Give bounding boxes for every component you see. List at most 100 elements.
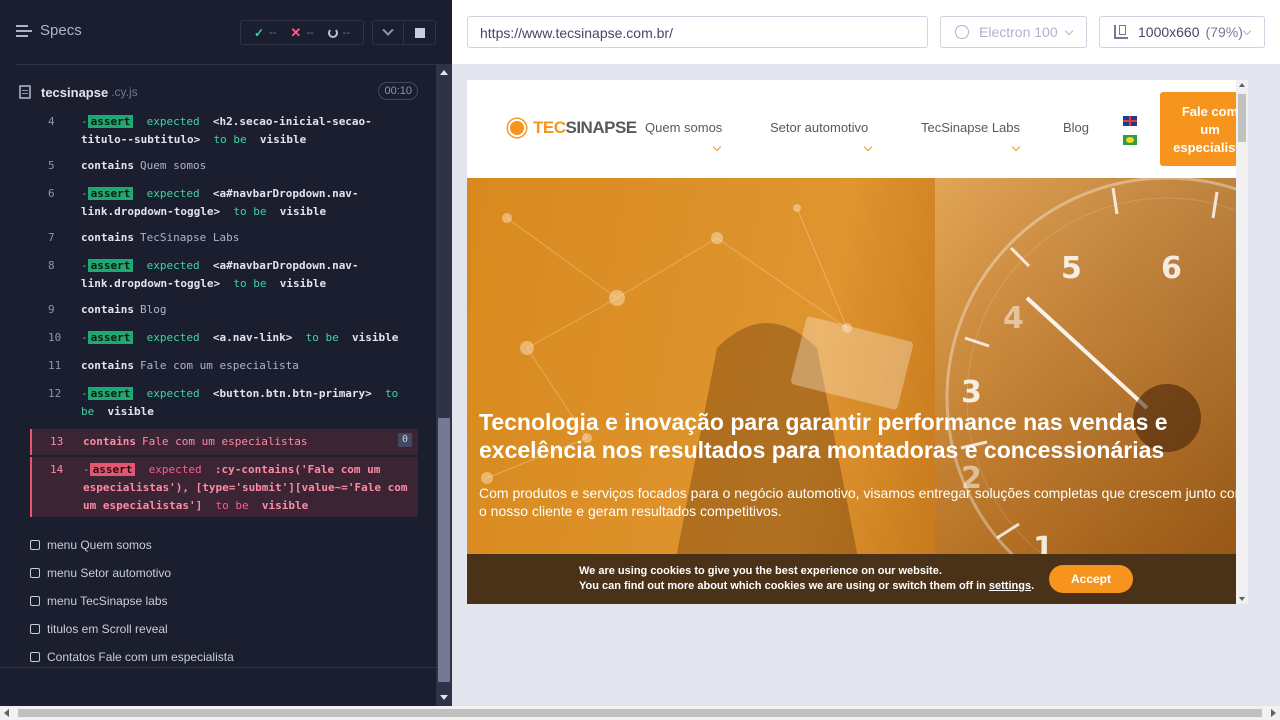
scroll-left-icon[interactable]: [4, 709, 9, 717]
to-be-keyword: to be: [213, 133, 247, 146]
site-header: TEC SINAPSE Quem somos Setor automotivo T…: [467, 80, 1248, 178]
test-title: menu TecSinapse labs: [47, 594, 168, 608]
command-selector: <button.btn.btn-primary>: [212, 387, 372, 400]
viewport-selector[interactable]: 1000x660 (79%): [1099, 16, 1265, 48]
to-be-keyword: to be: [233, 205, 267, 218]
pending-stat: --: [327, 27, 350, 39]
nav-setor-automotivo[interactable]: Setor automotivo: [770, 120, 873, 152]
test-status-icon: [30, 624, 40, 634]
test-stats: ✓ -- ✕ -- --: [240, 20, 364, 45]
cookie-message: We are using cookies to give you the bes…: [579, 564, 1034, 594]
test-item[interactable]: titulos em Scroll reveal: [30, 615, 420, 643]
command-row[interactable]: 9 contains Blog: [30, 301, 418, 319]
command-number: 9: [48, 303, 55, 316]
pending-icon: [327, 27, 338, 38]
test-title: menu Quem somos: [47, 538, 152, 552]
cookie-line: You can find out more about which cookie…: [579, 579, 1034, 594]
expected-keyword: expected: [146, 115, 200, 128]
passed-stat: ✓ --: [254, 26, 276, 40]
check-icon: ✓: [254, 25, 265, 40]
test-status-icon: [30, 540, 40, 550]
command-log: 4 - assert expected <h2.secao-inicial-seca…: [30, 113, 418, 517]
chevron-down-icon: [863, 142, 873, 152]
test-list: menu Quem somos menu Setor automotivo menu…: [30, 531, 420, 671]
gauge-number: 3: [961, 375, 982, 410]
page-scrollbar[interactable]: [1236, 80, 1248, 604]
assert-badge: assert: [87, 259, 134, 272]
logo-gear-icon: [510, 121, 524, 135]
command-number: 6: [48, 187, 55, 200]
nav-quem-somos[interactable]: Quem somos: [645, 120, 723, 152]
spec-extension: .cy.js: [111, 85, 138, 99]
browser-label: Electron 100: [979, 24, 1058, 40]
nav-label: Quem somos: [645, 120, 723, 135]
test-item[interactable]: menu Quem somos: [30, 531, 420, 559]
cookie-settings-link[interactable]: settings: [989, 580, 1031, 592]
command-row[interactable]: 8 - assert expected <a#navbarDropdown.nav-…: [30, 257, 418, 293]
command-number: 5: [48, 159, 55, 172]
browser-selector[interactable]: Electron 100: [940, 16, 1087, 48]
command-row[interactable]: 12 - assert expected <button.btn.btn-prima…: [30, 385, 418, 421]
nav-blog[interactable]: Blog: [1063, 120, 1089, 135]
command-number: 4: [48, 115, 55, 128]
scroll-thumb[interactable]: [1238, 94, 1246, 142]
command-row[interactable]: 11 contains Fale com um especialista: [30, 357, 418, 375]
command-row[interactable]: 6 - assert expected <a#navbarDropdown.nav-…: [30, 185, 418, 221]
nav-tecsinapse-labs[interactable]: TecSinapse Labs: [921, 120, 1020, 152]
fale-com-especialista-button[interactable]: Fale com um especialista: [1160, 92, 1248, 166]
flag-uk-icon[interactable]: [1123, 116, 1137, 126]
test-status-icon: [30, 568, 40, 578]
scroll-down-icon[interactable]: [1239, 597, 1245, 601]
stop-icon: [414, 27, 425, 38]
command-row[interactable]: 4 - assert expected <h2.secao-inicial-seca…: [30, 113, 418, 149]
reporter-panel: Specs ✓ -- ✕ -- -- tecsinapse .cy.js 00:10…: [0, 0, 452, 706]
nav-label: Blog: [1063, 120, 1090, 135]
preview-panel: https://www.tecsinapse.com.br/ Electron …: [452, 0, 1280, 706]
electron-icon: [955, 25, 969, 39]
passed-count: --: [269, 26, 277, 39]
command-arg: Fale com um especialistas: [141, 435, 308, 448]
scroll-thumb[interactable]: [438, 418, 450, 682]
expected-keyword: expected: [148, 463, 202, 476]
horizontal-scrollbar[interactable]: [0, 706, 1280, 720]
speedometer-illustration: 5 6 4 3 2 1 0: [945, 178, 1248, 604]
command-state: visible: [261, 499, 309, 512]
test-status-icon: [30, 652, 40, 662]
spec-header[interactable]: tecsinapse .cy.js 00:10: [16, 80, 436, 104]
command-name: contains: [83, 435, 136, 448]
accept-cookies-button[interactable]: Accept: [1049, 565, 1133, 593]
command-body: contains TecSinapse Labs: [81, 229, 415, 247]
collapse-button[interactable]: [373, 21, 404, 44]
command-arg: Fale com um especialista: [139, 359, 299, 372]
flag-brazil-icon[interactable]: [1123, 135, 1137, 145]
command-count-badge: 0: [397, 433, 412, 447]
site-logo[interactable]: TEC SINAPSE: [507, 118, 637, 138]
command-row[interactable]: 13 contains Fale com um especialistas 0: [30, 429, 418, 455]
scroll-right-icon[interactable]: [1271, 709, 1276, 717]
command-body: - assert expected <h2.secao-inicial-secao…: [81, 115, 372, 146]
command-state: visible: [259, 133, 307, 146]
command-number: 13: [50, 435, 64, 448]
stop-button[interactable]: [404, 21, 435, 44]
test-item[interactable]: menu TecSinapse labs: [30, 587, 420, 615]
command-row[interactable]: 14 - assert expected :cy-contains('Fale co…: [30, 457, 418, 517]
command-body: contains Blog: [81, 301, 415, 319]
specs-button[interactable]: Specs: [16, 22, 82, 39]
url-input[interactable]: https://www.tecsinapse.com.br/: [467, 16, 928, 48]
reporter-scrollbar[interactable]: [436, 64, 452, 706]
command-row[interactable]: 7 contains TecSinapse Labs: [30, 229, 418, 247]
scroll-up-icon[interactable]: [440, 70, 448, 75]
to-be-keyword: to be: [215, 499, 249, 512]
scroll-up-icon[interactable]: [1239, 83, 1245, 87]
scroll-down-icon[interactable]: [440, 695, 448, 700]
scroll-thumb[interactable]: [18, 709, 1262, 717]
test-item[interactable]: menu Setor automotivo: [30, 559, 420, 587]
chevron-down-icon: [712, 142, 721, 152]
gauge-number: 4: [1003, 301, 1024, 336]
command-body: - assert expected <a.nav-link> to be visi…: [81, 331, 399, 344]
spec-timer: 00:10: [378, 82, 418, 100]
command-number: 7: [48, 231, 55, 244]
command-name: contains: [81, 359, 134, 372]
command-row[interactable]: 5 contains Quem somos: [30, 157, 418, 175]
expected-keyword: expected: [146, 387, 200, 400]
